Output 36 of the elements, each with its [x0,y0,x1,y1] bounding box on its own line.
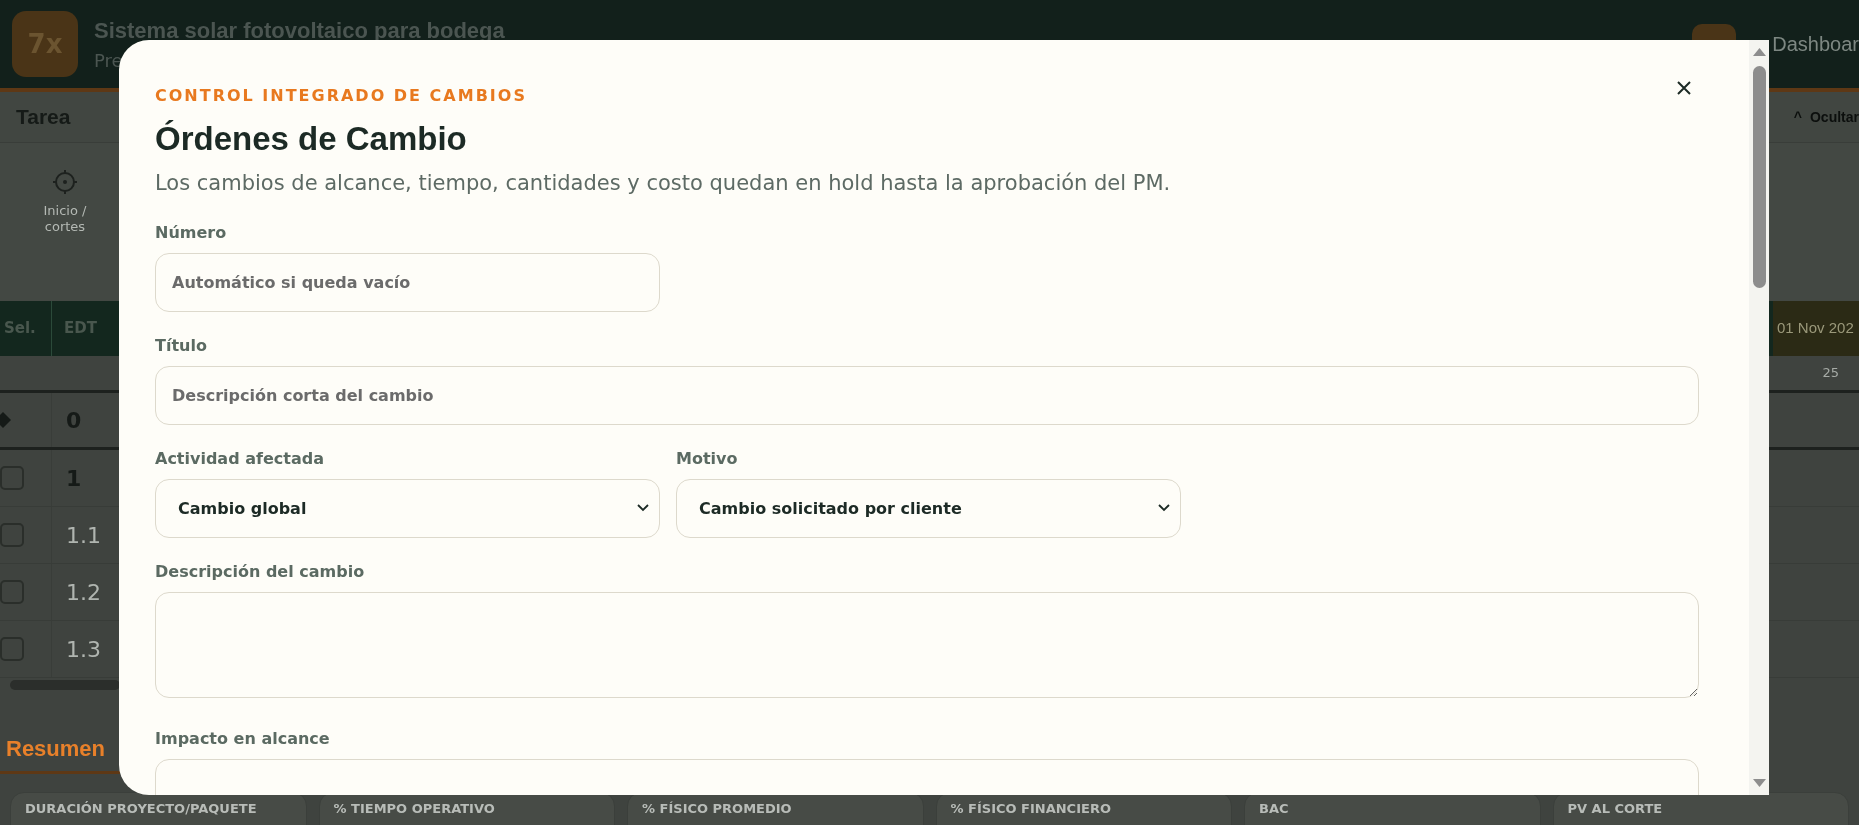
edt-cell-text: 1.1 [65,521,101,550]
tool-label[interactable]: Inicio / cortes [40,203,90,235]
card-label: % FÍSICO FINANCIERO [950,800,1112,818]
day-label: 25 [1822,364,1839,383]
dropdown-field[interactable]: Cambio solicitado por cliente [676,479,1181,538]
close-icon[interactable] [1676,79,1692,96]
field-label: Actividad afectada [155,448,325,470]
field-label: Número [155,222,228,244]
scroll-down-icon [1753,779,1766,787]
edt-cell-text: 1.2 [65,578,101,607]
text-field[interactable]: Descripción corta del cambio [155,366,1699,425]
field-label: Impacto en alcance [155,728,331,750]
timeline-date: 01 Nov 202 [1773,301,1859,356]
card-label: % TIEMPO OPERATIVO [333,800,496,818]
card-label: PV AL CORTE [1567,800,1664,818]
field-label: Motivo [676,448,739,470]
text-area[interactable] [155,592,1699,698]
dropdown-field[interactable]: Cambio global [155,479,660,538]
text-field[interactable]: Automático si queda vacío [155,253,660,312]
summary-tab[interactable]: Resumen [6,732,114,771]
scroll-up-icon [1753,48,1766,56]
card-label: DURACIÓN PROYECTO/PAQUETE [25,800,258,818]
app-subtitle: Pre [94,49,124,73]
app-title: Sistema solar fotovoltaico para bodega [94,17,505,45]
modal-subtitle: Los cambios de alcance, tiempo, cantidades y costo quedan en hold hasta la aprobación del PM. [155,169,1172,197]
modal-kicker: CONTROL INTEGRADO DE CAMBIOS [155,85,527,107]
modal-title: Órdenes de Cambio [155,119,468,159]
horizontal-scrollbar[interactable] [10,680,120,690]
scrollbar-thumb[interactable] [1753,66,1766,288]
card-label: % FÍSICO PROMEDIO [642,800,793,818]
vertical-scrollbar[interactable] [1749,40,1769,795]
dashboard-link[interactable]: Dashboar [1772,29,1859,59]
field-label: Título [155,335,208,357]
card-label: BAC [1259,800,1290,818]
field-label: Descripción del cambio [155,561,366,583]
edt-cell-text: 1.3 [65,635,101,664]
